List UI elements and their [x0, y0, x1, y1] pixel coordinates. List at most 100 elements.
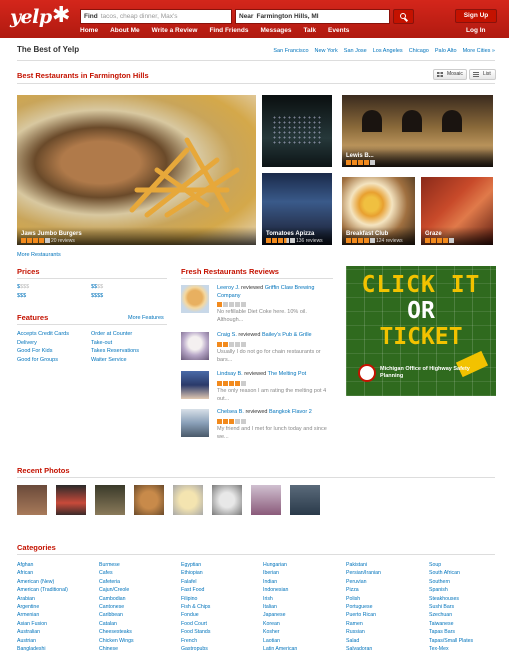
category-link[interactable]: African: [17, 569, 68, 577]
city-link[interactable]: Palo Alto: [435, 48, 457, 54]
category-link[interactable]: Fish & Chips: [181, 603, 210, 611]
nav-talk[interactable]: Talk: [304, 27, 317, 34]
log-in-link[interactable]: Log In: [466, 27, 486, 34]
category-link[interactable]: Sushi Bars: [429, 603, 473, 611]
category-link[interactable]: Chinese: [99, 645, 134, 653]
reviewer-link[interactable]: Lindsay B.: [217, 371, 243, 377]
category-link[interactable]: American (Traditional): [17, 586, 68, 594]
user-avatar[interactable]: [181, 409, 209, 437]
category-link[interactable]: Japanese: [263, 611, 297, 619]
city-link[interactable]: San Francisco: [273, 48, 308, 54]
category-link[interactable]: Food Stands: [181, 628, 210, 636]
category-link[interactable]: South African: [429, 569, 473, 577]
category-link[interactable]: Egyptian: [181, 561, 210, 569]
yelp-logo[interactable]: yelp ✱: [10, 4, 74, 34]
feature-link[interactable]: Waiter Service: [91, 356, 139, 365]
category-link[interactable]: Fondue: [181, 611, 210, 619]
feature-link[interactable]: Take-out: [91, 339, 139, 348]
category-link[interactable]: Iberian: [263, 569, 297, 577]
category-link[interactable]: Korean: [263, 620, 297, 628]
search-button[interactable]: [393, 9, 414, 24]
recent-photo[interactable]: [134, 485, 164, 515]
more-cities-link[interactable]: More Cities »: [463, 48, 495, 54]
category-link[interactable]: Cambodian: [99, 595, 134, 603]
category-link[interactable]: Bangladeshi: [17, 645, 68, 653]
category-link[interactable]: Italian: [263, 603, 297, 611]
reviewer-link[interactable]: Leeroy J.: [217, 285, 240, 291]
restaurant-tile[interactable]: Breakfast Club 124 reviews: [342, 177, 415, 245]
list-view-button[interactable]: List: [469, 69, 496, 80]
category-link[interactable]: Burmese: [99, 561, 134, 569]
category-link[interactable]: Peruvian: [346, 578, 381, 586]
category-link[interactable]: Caribbean: [99, 611, 134, 619]
category-link[interactable]: Hungarian: [263, 561, 297, 569]
category-link[interactable]: Puerto Rican: [346, 611, 381, 619]
category-link[interactable]: Tapas Bars: [429, 628, 473, 636]
category-link[interactable]: Soup: [429, 561, 473, 569]
category-link[interactable]: Portuguese: [346, 603, 381, 611]
recent-photo[interactable]: [212, 485, 242, 515]
business-link[interactable]: The Melting Pot: [268, 371, 307, 377]
category-link[interactable]: Australian: [17, 628, 68, 636]
category-link[interactable]: Tapas/Small Plates: [429, 637, 473, 645]
feature-link[interactable]: Accepts Credit Cards: [17, 330, 69, 339]
category-link[interactable]: Armenian: [17, 611, 68, 619]
category-link[interactable]: Ramen: [346, 620, 381, 628]
category-link[interactable]: French: [181, 637, 210, 645]
click-it-or-ticket-ad[interactable]: CLICK IT OR TICKET Michigan Office of Hi…: [346, 266, 496, 396]
category-link[interactable]: Pizza: [346, 586, 381, 594]
restaurant-tile[interactable]: Graze: [421, 177, 493, 245]
category-link[interactable]: Salad: [346, 637, 381, 645]
category-link[interactable]: Cafes: [99, 569, 134, 577]
feature-link[interactable]: Good For Kids: [17, 347, 69, 356]
nav-write-review[interactable]: Write a Review: [152, 27, 198, 34]
restaurant-tile[interactable]: Jaws Jumbo Burgers 20 reviews: [17, 95, 256, 245]
recent-photo[interactable]: [251, 485, 281, 515]
restaurant-photo[interactable]: [262, 95, 332, 167]
category-link[interactable]: Argentine: [17, 603, 68, 611]
category-link[interactable]: Cafeteria: [99, 578, 134, 586]
find-input[interactable]: Find tacos, cheap dinner, Max's: [80, 9, 232, 24]
recent-photo[interactable]: [95, 485, 125, 515]
category-link[interactable]: Russian: [346, 628, 381, 636]
near-input[interactable]: Near Farmington Hills, MI: [235, 9, 390, 24]
recent-photo[interactable]: [17, 485, 47, 515]
mosaic-view-button[interactable]: Mosaic: [433, 69, 467, 80]
category-link[interactable]: Catalan: [99, 620, 134, 628]
category-link[interactable]: Pakistani: [346, 561, 381, 569]
city-link[interactable]: San Jose: [344, 48, 367, 54]
category-link[interactable]: Southern: [429, 578, 473, 586]
category-link[interactable]: Polish: [346, 595, 381, 603]
category-link[interactable]: Taiwanese: [429, 620, 473, 628]
reviewer-link[interactable]: Craig S.: [217, 332, 237, 338]
category-link[interactable]: Laotian: [263, 637, 297, 645]
business-link[interactable]: Bailey's Pub & Grille: [262, 332, 312, 338]
category-link[interactable]: Austrian: [17, 637, 68, 645]
category-link[interactable]: Persian/Iranian: [346, 569, 381, 577]
reviewer-link[interactable]: Chelsea B.: [217, 409, 244, 415]
category-link[interactable]: Fast Food: [181, 586, 210, 594]
sign-up-button[interactable]: Sign Up: [455, 9, 497, 23]
category-link[interactable]: Salvadoran: [346, 645, 381, 653]
nav-messages[interactable]: Messages: [260, 27, 291, 34]
city-link[interactable]: New York: [315, 48, 338, 54]
category-link[interactable]: Indian: [263, 578, 297, 586]
city-link[interactable]: Los Angeles: [373, 48, 403, 54]
category-link[interactable]: Latin American: [263, 645, 297, 653]
feature-link[interactable]: Order at Counter: [91, 330, 139, 339]
category-link[interactable]: Gastropubs: [181, 645, 210, 653]
category-link[interactable]: Indonesian: [263, 586, 297, 594]
category-link[interactable]: Asian Fusion: [17, 620, 68, 628]
price-link-1[interactable]: $$$$: [17, 283, 29, 292]
nav-home[interactable]: Home: [80, 27, 98, 34]
nav-find-friends[interactable]: Find Friends: [209, 27, 248, 34]
feature-link[interactable]: Good for Groups: [17, 356, 69, 365]
user-avatar[interactable]: [181, 285, 209, 313]
category-link[interactable]: Tex-Mex: [429, 645, 473, 653]
feature-link[interactable]: Delivery: [17, 339, 69, 348]
category-link[interactable]: Afghan: [17, 561, 68, 569]
category-link[interactable]: Filipino: [181, 595, 210, 603]
recent-photo[interactable]: [56, 485, 86, 515]
category-link[interactable]: Szechuan: [429, 611, 473, 619]
more-features-link[interactable]: More Features: [128, 314, 164, 323]
